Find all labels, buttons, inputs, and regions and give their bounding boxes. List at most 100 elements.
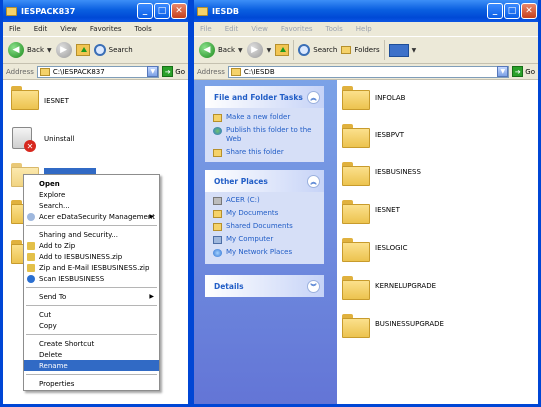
chevron-down-icon: ▼ <box>411 46 417 54</box>
place-acer-drive[interactable]: ACER (C:) <box>205 194 324 207</box>
place-my-network[interactable]: My Network Places <box>205 246 324 259</box>
views-button[interactable]: ▼ <box>388 43 417 57</box>
menu-item-zip-email[interactable]: Zip and E-Mail IESBUSINESS.zip <box>24 262 159 273</box>
panel-header[interactable]: File and Folder Tasks ︽ <box>205 86 324 108</box>
minimize-button[interactable]: _ <box>487 3 503 19</box>
menu-item-properties[interactable]: Properties <box>24 378 159 389</box>
uninstall-icon[interactable]: ✕ <box>10 125 36 153</box>
folder-label[interactable]: IESNET <box>375 206 400 214</box>
up-folder-icon[interactable] <box>75 44 90 56</box>
go-button[interactable]: ➔ Go <box>162 66 185 77</box>
menu-item-search[interactable]: Search... <box>24 200 159 211</box>
folder-icon[interactable] <box>342 86 370 110</box>
chevron-down-icon[interactable]: ▼ <box>267 47 272 54</box>
menu-item-copy[interactable]: Copy <box>24 320 159 331</box>
menu-item-delete[interactable]: Delete <box>24 349 159 360</box>
menu-edit[interactable]: Edit <box>34 25 48 33</box>
folder-icon[interactable] <box>342 200 370 224</box>
zip-icon <box>27 241 35 250</box>
file-item-label[interactable]: IESNET <box>44 97 69 105</box>
address-input[interactable]: C:\IESDB ▼ <box>227 65 510 78</box>
menu-item-cut[interactable]: Cut <box>24 309 159 320</box>
menu-file[interactable]: File <box>9 25 21 33</box>
close-button[interactable]: ✕ <box>171 3 187 19</box>
back-button[interactable]: ◀ Back ▼ <box>199 42 243 58</box>
menu-view[interactable]: View <box>251 25 268 33</box>
folder-icon[interactable] <box>342 162 370 186</box>
folder-label[interactable]: KERNELUPGRADE <box>375 282 436 290</box>
panel-title: File and Folder Tasks <box>214 92 303 102</box>
menu-item-scan[interactable]: Scan IESBUSINESS <box>24 273 159 284</box>
folder-icon[interactable] <box>342 276 370 300</box>
folder-icon[interactable] <box>342 124 370 148</box>
file-item-label[interactable]: Uninstall <box>44 135 75 143</box>
task-label: Share this folder <box>226 148 284 156</box>
folder-icon[interactable] <box>342 314 370 338</box>
menu-item-sharing[interactable]: Sharing and Security... <box>24 229 159 240</box>
panel-header[interactable]: Other Places ︽ <box>205 170 324 192</box>
search-button[interactable]: Search <box>93 44 133 56</box>
collapse-icon[interactable]: ︽ <box>307 90 320 104</box>
acer-icon <box>27 212 35 221</box>
expand-icon[interactable]: ︾ <box>307 279 320 293</box>
menu-favorites[interactable]: Favorites <box>90 25 122 33</box>
folder-label[interactable]: IESBPVT <box>375 131 404 139</box>
menu-item-add-named-zip[interactable]: Add to IESBUSINESS.zip <box>24 251 159 262</box>
title-bar[interactable]: IESPACK837 _ □ ✕ <box>3 0 188 22</box>
forward-button[interactable]: ▶ <box>246 42 263 58</box>
back-button[interactable]: ◀ Back ▼ <box>8 42 52 58</box>
go-button[interactable]: ➔ Go <box>512 66 535 77</box>
panel-header[interactable]: Details ︾ <box>205 275 324 297</box>
new-folder-icon <box>213 114 222 122</box>
views-icon <box>388 43 409 57</box>
menu-item-create-shortcut[interactable]: Create Shortcut <box>24 338 159 349</box>
menu-favorites[interactable]: Favorites <box>281 25 313 33</box>
folders-button[interactable]: Folders <box>341 46 380 54</box>
chevron-down-icon: ▼ <box>238 46 243 54</box>
menu-item-explore[interactable]: Explore <box>24 189 159 200</box>
submenu-arrow-icon: ▶ <box>149 213 154 220</box>
task-make-new-folder[interactable]: Make a new folder <box>205 111 324 124</box>
folder-label[interactable]: BUSINESSUPGRADE <box>375 320 444 328</box>
minimize-button[interactable]: _ <box>137 3 153 19</box>
folder-label[interactable]: INFOLAB <box>375 94 406 102</box>
menu-tools[interactable]: Tools <box>326 25 343 33</box>
place-my-computer[interactable]: My Computer <box>205 233 324 246</box>
address-input[interactable]: C:\IESPACK837 ▼ <box>36 65 160 78</box>
back-label: Back <box>27 46 44 54</box>
maximize-button[interactable]: □ <box>154 3 170 19</box>
folder-label[interactable]: IESBUSINESS <box>375 168 421 176</box>
task-share-folder[interactable]: Share this folder <box>205 146 324 159</box>
menu-separator <box>26 374 157 375</box>
menu-help[interactable]: Help <box>356 25 372 33</box>
search-button[interactable]: Search <box>298 44 337 56</box>
menu-item-send-to[interactable]: Send To ▶ <box>24 291 159 302</box>
maximize-button[interactable]: □ <box>504 3 520 19</box>
menu-item-add-zip[interactable]: Add to Zip <box>24 240 159 251</box>
drive-icon <box>213 197 222 205</box>
menu-bar: File Edit View Favorites Tools Help <box>194 22 538 37</box>
close-button[interactable]: ✕ <box>521 3 537 19</box>
menu-edit[interactable]: Edit <box>225 25 239 33</box>
menu-tools[interactable]: Tools <box>135 25 152 33</box>
toolbar: ◀ Back ▼ ▶ Search <box>3 37 188 64</box>
forward-button[interactable]: ▶ <box>55 42 72 58</box>
task-publish-folder[interactable]: Publish this folder to the Web <box>205 124 324 146</box>
zip-email-icon <box>27 263 35 272</box>
place-shared-documents[interactable]: Shared Documents <box>205 220 324 233</box>
dropdown-arrow-icon[interactable]: ▼ <box>497 66 509 77</box>
menu-item-acer[interactable]: Acer eDataSecurity Management ▶ <box>24 211 159 222</box>
menu-view[interactable]: View <box>60 25 77 33</box>
collapse-icon[interactable]: ︽ <box>307 174 320 188</box>
folder-icon[interactable] <box>11 86 39 110</box>
window-title: IESDB <box>212 6 239 16</box>
up-folder-icon[interactable] <box>275 44 290 56</box>
menu-item-rename[interactable]: Rename <box>24 360 159 371</box>
menu-file[interactable]: File <box>200 25 212 33</box>
menu-item-open[interactable]: Open <box>24 178 159 189</box>
folder-label[interactable]: IESLOGIC <box>375 244 407 252</box>
title-bar[interactable]: IESDB _ □ ✕ <box>194 0 538 22</box>
folder-icon[interactable] <box>342 238 370 262</box>
place-my-documents[interactable]: My Documents <box>205 207 324 220</box>
dropdown-arrow-icon[interactable]: ▼ <box>147 66 159 77</box>
